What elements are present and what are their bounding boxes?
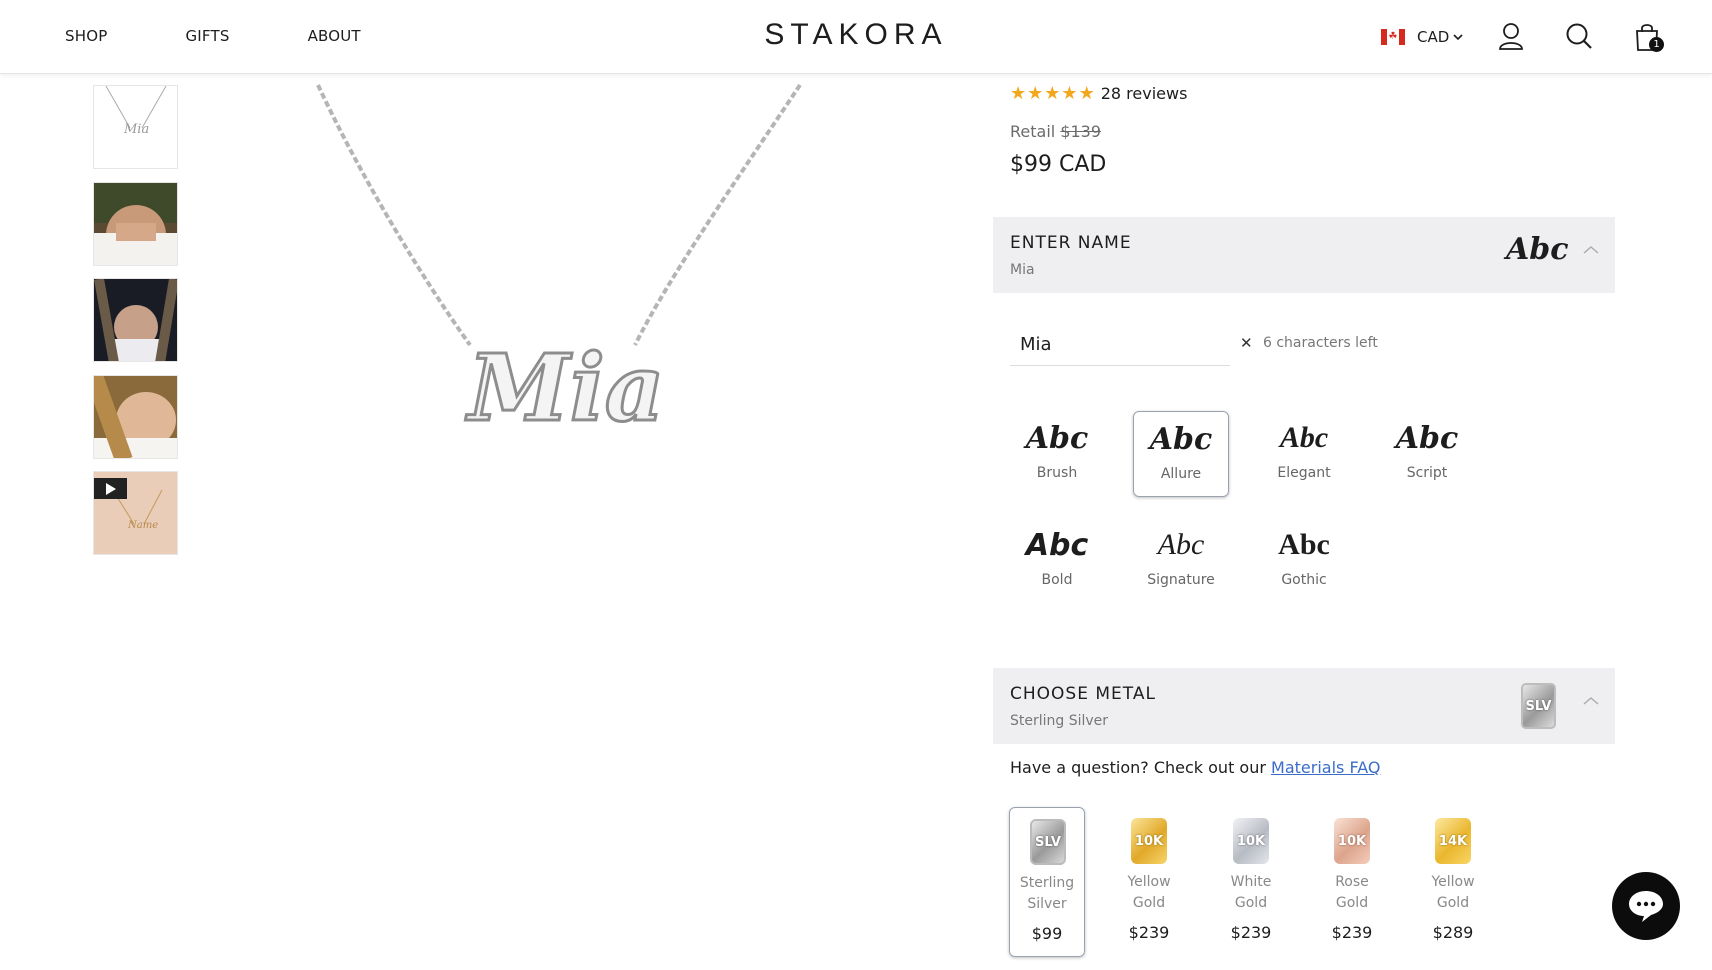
account-icon[interactable] — [1498, 22, 1524, 50]
metal-name: Yellow Gold — [1431, 874, 1475, 911]
font-sample: Abc — [1395, 421, 1459, 456]
metal-option-10k-yellow-gold[interactable]: 10K Yellow Gold $239 — [1111, 807, 1187, 957]
faq-text: Have a question? Check out our Materials… — [1010, 758, 1380, 777]
font-option-allure[interactable]: Abc Allure — [1133, 411, 1229, 497]
font-label: Allure — [1160, 466, 1202, 482]
metal-option-10k-white-gold[interactable]: 10K White Gold $239 — [1213, 807, 1289, 957]
metal-price: $99 — [1031, 924, 1063, 943]
font-label: Gothic — [1281, 572, 1327, 588]
font-sample: Abc — [1149, 422, 1213, 457]
thumbnail-2[interactable] — [93, 182, 178, 266]
font-sample: Abc — [1157, 528, 1205, 561]
svg-text:Mia: Mia — [123, 122, 149, 137]
star-icon: ★ — [1078, 83, 1095, 104]
site-header: SHOP GIFTS ABOUT STAKORA ☘ CAD 1 — [0, 0, 1712, 74]
star-icon: ★ — [1027, 83, 1044, 104]
silver-badge-icon: SLV — [1030, 819, 1066, 865]
reviews-link[interactable]: 28 reviews — [1101, 84, 1188, 103]
play-icon — [94, 478, 127, 499]
currency-label: CAD — [1417, 28, 1450, 46]
thumbnail-4[interactable] — [93, 375, 178, 459]
star-icon: ★ — [1010, 83, 1027, 104]
metal-name: Yellow Gold — [1127, 874, 1171, 911]
currency-selector[interactable]: ☘ CAD — [1381, 28, 1463, 46]
font-option-bold[interactable]: Abc Bold — [1009, 518, 1105, 604]
section-value: Mia — [1010, 262, 1035, 278]
materials-faq-link[interactable]: Materials FAQ — [1271, 758, 1380, 777]
cart-button[interactable]: 1 — [1635, 22, 1665, 54]
metal-price: $239 — [1230, 923, 1272, 942]
metal-name: White Gold — [1230, 874, 1272, 911]
section-title: ENTER NAME — [1010, 233, 1132, 253]
necklace-name-text: Mia — [465, 334, 664, 442]
font-option-script[interactable]: Abc Script — [1379, 411, 1475, 497]
current-price: $99 CAD — [1010, 152, 1107, 177]
characters-left-text: 6 characters left — [1263, 335, 1378, 351]
font-sample: Abc — [1025, 528, 1089, 563]
necklace-thumbnail-image: Mia — [94, 86, 177, 168]
chevron-up-icon — [1583, 697, 1599, 705]
thumbnail-video[interactable]: Name — [93, 471, 178, 555]
gold-badge-icon: 10K — [1131, 818, 1167, 864]
canada-flag-icon: ☘ — [1381, 29, 1405, 45]
font-preview-icon: Abc — [1506, 232, 1569, 267]
font-label: Signature — [1147, 572, 1215, 588]
star-icon: ★ — [1044, 83, 1061, 104]
white-gold-badge-icon: 10K — [1233, 818, 1269, 864]
gold-badge-icon: 14K — [1435, 818, 1471, 864]
metal-option-10k-rose-gold[interactable]: 10K Rose Gold $239 — [1314, 807, 1390, 957]
metal-price: $239 — [1331, 923, 1373, 942]
font-label: Elegant — [1277, 465, 1331, 481]
cart-count-badge: 1 — [1649, 37, 1664, 52]
chevron-down-icon — [1453, 34, 1463, 41]
font-label: Brush — [1036, 465, 1078, 481]
metal-name: Sterling Silver — [1019, 875, 1075, 912]
rating: ★ ★ ★ ★ ★ 28 reviews — [1010, 83, 1187, 104]
font-sample: Abc — [1279, 421, 1329, 454]
font-option-brush[interactable]: Abc Brush — [1009, 411, 1105, 497]
silver-badge-icon: SLV — [1521, 683, 1556, 729]
retail-label: Retail — [1010, 122, 1056, 141]
section-value: Sterling Silver — [1010, 713, 1109, 729]
font-option-gothic[interactable]: Abc Gothic — [1256, 518, 1352, 604]
metal-name: Rose Gold — [1335, 874, 1369, 911]
choose-metal-section-header[interactable]: CHOOSE METAL Sterling Silver SLV — [993, 668, 1615, 744]
font-sample: Abc — [1278, 528, 1330, 561]
retail-old-price: $139 — [1060, 122, 1102, 141]
font-label: Script — [1406, 465, 1448, 481]
star-icon: ★ — [1061, 83, 1078, 104]
metal-price: $239 — [1128, 923, 1170, 942]
metal-option-sterling-silver[interactable]: SLV Sterling Silver $99 — [1009, 807, 1085, 957]
section-title: CHOOSE METAL — [1010, 684, 1156, 704]
faq-prefix: Have a question? Check out our — [1010, 758, 1266, 777]
metal-price: $289 — [1432, 923, 1474, 942]
metal-option-14k-yellow-gold[interactable]: 14K Yellow Gold $289 — [1415, 807, 1491, 957]
enter-name-section-header[interactable]: ENTER NAME Mia Abc — [993, 217, 1615, 293]
chat-bubble-icon — [1629, 891, 1663, 922]
thumbnail-3[interactable] — [93, 278, 178, 362]
font-label: Bold — [1041, 572, 1073, 588]
svg-text:Name: Name — [127, 520, 158, 531]
model-photo-image — [94, 376, 177, 458]
font-option-elegant[interactable]: Abc Elegant — [1256, 411, 1352, 497]
font-option-signature[interactable]: Abc Signature — [1133, 518, 1229, 604]
chat-button[interactable] — [1612, 872, 1680, 940]
model-photo-image — [94, 279, 177, 361]
retail-price: Retail $139 — [1010, 122, 1101, 141]
font-sample: Abc — [1025, 421, 1089, 456]
rose-gold-badge-icon: 10K — [1334, 818, 1370, 864]
clear-icon[interactable]: ✕ — [1240, 334, 1253, 352]
product-main-image: Mia — [316, 83, 802, 444]
name-input[interactable] — [1010, 323, 1230, 366]
model-photo-image — [94, 183, 177, 265]
chevron-up-icon — [1583, 246, 1599, 254]
search-icon[interactable] — [1565, 22, 1593, 50]
thumbnail-1[interactable]: Mia — [93, 85, 178, 169]
